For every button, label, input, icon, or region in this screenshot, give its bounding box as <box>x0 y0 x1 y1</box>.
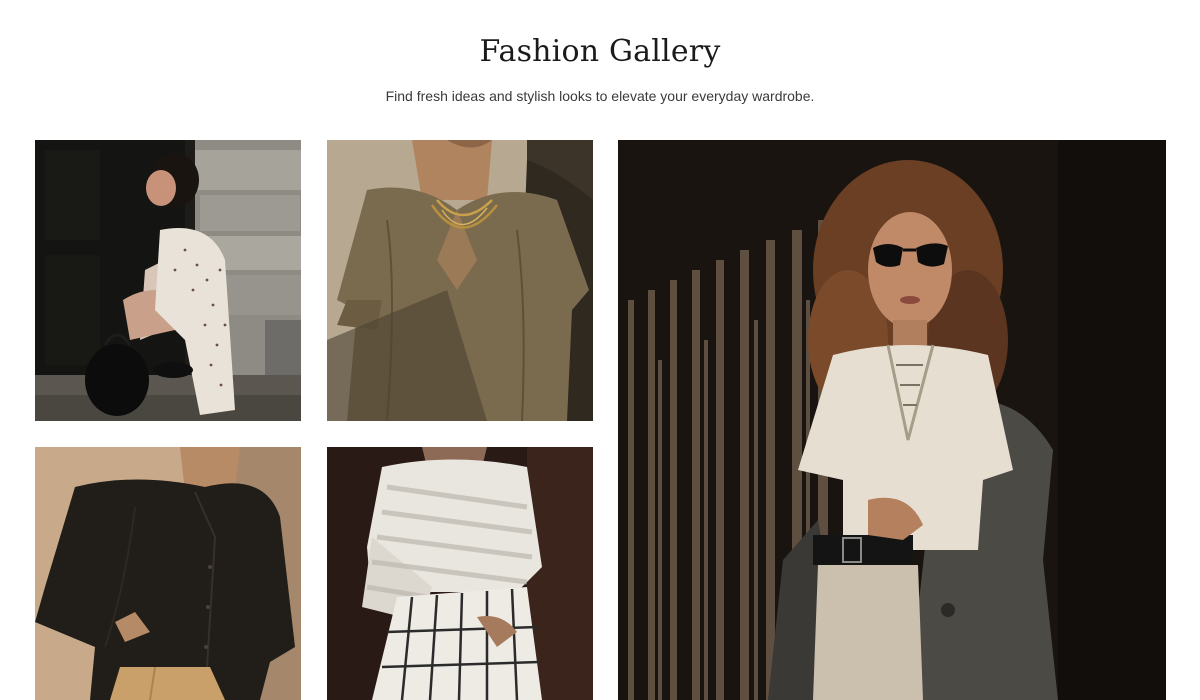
photo-white-knit-image <box>327 447 593 700</box>
photo-curly-hair-coat-image <box>618 140 1166 700</box>
page-title: Fashion Gallery <box>479 34 721 69</box>
gallery-photo-white-knit[interactable] <box>327 447 593 700</box>
gallery-photo-curly-hair-coat[interactable] <box>618 140 1166 700</box>
gallery-photo-olive-top[interactable] <box>327 140 593 421</box>
gallery-photo-black-blouse[interactable] <box>35 447 301 700</box>
photo-black-blouse-image <box>35 447 301 700</box>
page-subtitle: Find fresh ideas and stylish looks to el… <box>385 88 815 104</box>
gallery-photo-polka-dress[interactable] <box>35 140 301 421</box>
photo-polka-dress-image <box>35 140 301 421</box>
photo-olive-top-image <box>327 140 593 421</box>
